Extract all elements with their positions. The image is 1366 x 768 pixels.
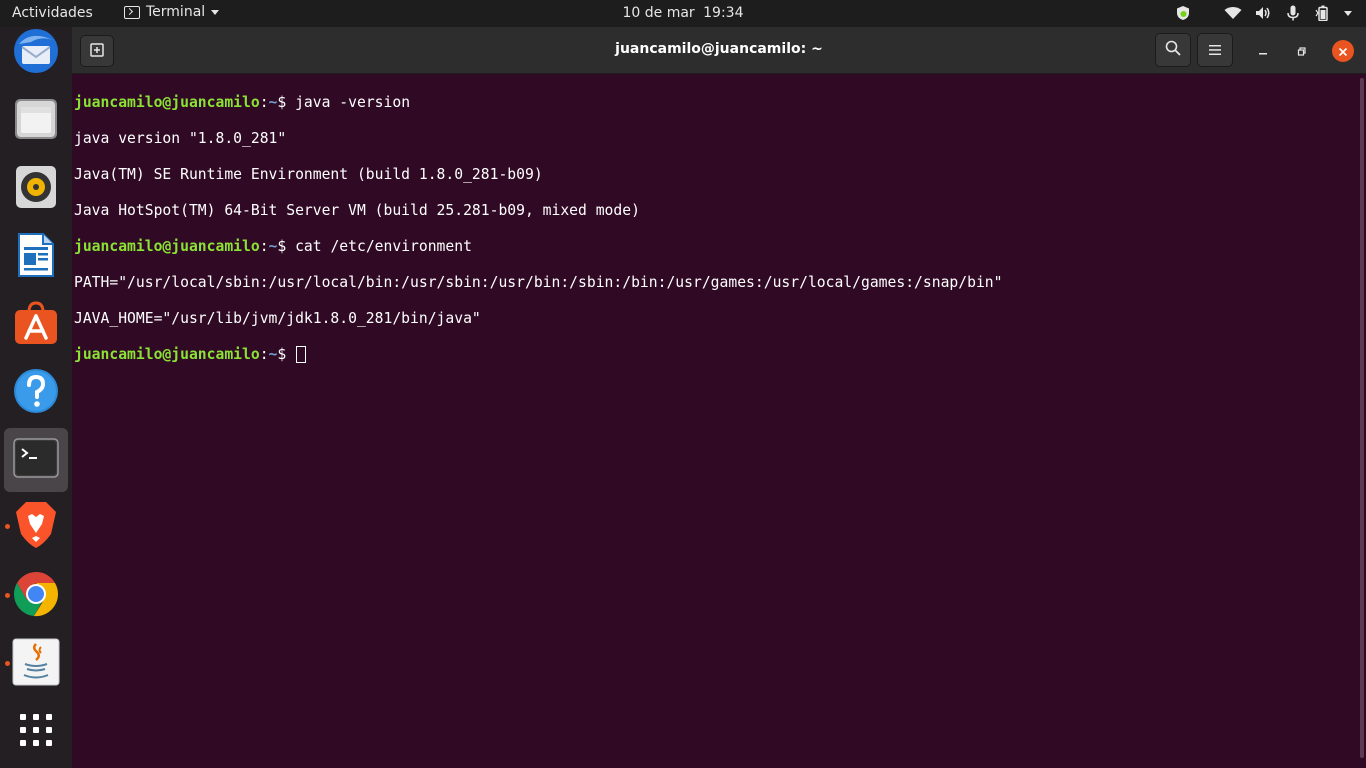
terminal-icon xyxy=(13,438,59,482)
dock-item-chrome[interactable] xyxy=(4,564,68,628)
maximize-button[interactable] xyxy=(1291,40,1313,62)
dock-item-files[interactable] xyxy=(4,89,68,153)
prompt-separator: : xyxy=(259,238,269,255)
prompt-symbol: $ xyxy=(277,346,296,363)
terminal-line: juancamilo@juancamilo:~$ cat /etc/enviro… xyxy=(74,238,1366,256)
dock-item-help[interactable] xyxy=(4,361,68,425)
terminal-line: JAVA_HOME="/usr/lib/jvm/jdk1.8.0_281/bin… xyxy=(74,310,481,327)
header-bar[interactable]: juancamilo@juancamilo: ~ xyxy=(72,27,1366,74)
prompt-separator: : xyxy=(259,94,269,111)
close-icon xyxy=(1338,42,1348,61)
prompt-user: juancamilo@juancamilo xyxy=(74,238,260,255)
battery-icon[interactable] xyxy=(1314,4,1332,22)
terminal-line: juancamilo@juancamilo:~$ xyxy=(74,346,1366,364)
dock-item-libreoffice-writer[interactable] xyxy=(4,225,68,289)
terminal-line: java version "1.8.0_281" xyxy=(74,130,287,147)
dock-item-show-apps[interactable] xyxy=(4,700,68,764)
system-tray[interactable] xyxy=(1174,4,1352,22)
dock-item-java[interactable] xyxy=(4,632,68,696)
clock[interactable]: 10 de mar 19:34 xyxy=(0,5,1366,21)
terminal-line: Java(TM) SE Runtime Environment (build 1… xyxy=(74,166,543,183)
help-icon xyxy=(13,368,59,418)
java-icon xyxy=(12,638,60,690)
thunderbird-icon xyxy=(11,26,61,80)
scrollbar[interactable] xyxy=(1358,74,1366,768)
dock-item-thunderbird[interactable] xyxy=(4,21,68,85)
dock-item-brave[interactable] xyxy=(4,495,68,559)
brave-icon xyxy=(14,500,58,554)
dock-item-rhythmbox[interactable] xyxy=(4,157,68,221)
system-menu-icon[interactable] xyxy=(1344,10,1352,16)
microphone-icon[interactable] xyxy=(1284,4,1302,22)
dock-item-ubuntu-software[interactable] xyxy=(4,293,68,357)
top-bar: Actividades Terminal 10 de mar 19:34 xyxy=(0,0,1366,27)
restore-icon xyxy=(1297,42,1307,61)
command-text: java -version xyxy=(295,94,411,111)
search-icon xyxy=(1165,40,1181,60)
clock-date: 10 de mar xyxy=(622,5,695,21)
terminal-output[interactable]: juancamilo@juancamilo:~$ java -version j… xyxy=(72,74,1366,768)
terminal-window: juancamilo@juancamilo: ~ juancamilo@juan… xyxy=(72,27,1366,768)
clock-time: 19:34 xyxy=(703,5,744,21)
dock-item-terminal[interactable] xyxy=(4,428,68,492)
terminal-line: Java HotSpot(TM) 64-Bit Server VM (build… xyxy=(74,202,640,219)
text-cursor xyxy=(296,346,307,363)
volume-icon[interactable] xyxy=(1254,4,1272,22)
files-icon xyxy=(13,97,59,145)
prompt-symbol: $ xyxy=(277,94,296,111)
dock xyxy=(0,27,72,768)
app-grid-icon xyxy=(19,713,53,751)
prompt-user: juancamilo@juancamilo xyxy=(74,94,260,111)
search-button[interactable] xyxy=(1155,33,1191,67)
shield-update-icon[interactable] xyxy=(1174,4,1192,22)
prompt-user: juancamilo@juancamilo xyxy=(74,346,260,363)
libreoffice-writer-icon xyxy=(17,232,55,282)
wifi-icon[interactable] xyxy=(1224,4,1242,22)
minimize-button[interactable] xyxy=(1252,40,1274,62)
prompt-symbol: $ xyxy=(277,238,296,255)
close-button[interactable] xyxy=(1332,40,1354,62)
prompt-separator: : xyxy=(259,346,269,363)
terminal-line: PATH="/usr/local/sbin:/usr/local/bin:/us… xyxy=(74,274,1003,291)
hamburger-menu-button[interactable] xyxy=(1197,33,1233,67)
command-text: cat /etc/environment xyxy=(295,238,472,255)
ubuntu-software-icon xyxy=(13,300,59,350)
hamburger-icon xyxy=(1208,41,1222,60)
scrollbar-thumb[interactable] xyxy=(1360,78,1364,758)
rhythmbox-icon xyxy=(14,164,58,214)
chrome-icon xyxy=(12,570,60,622)
minimize-icon xyxy=(1258,42,1268,61)
terminal-line: juancamilo@juancamilo:~$ java -version xyxy=(74,94,1366,112)
